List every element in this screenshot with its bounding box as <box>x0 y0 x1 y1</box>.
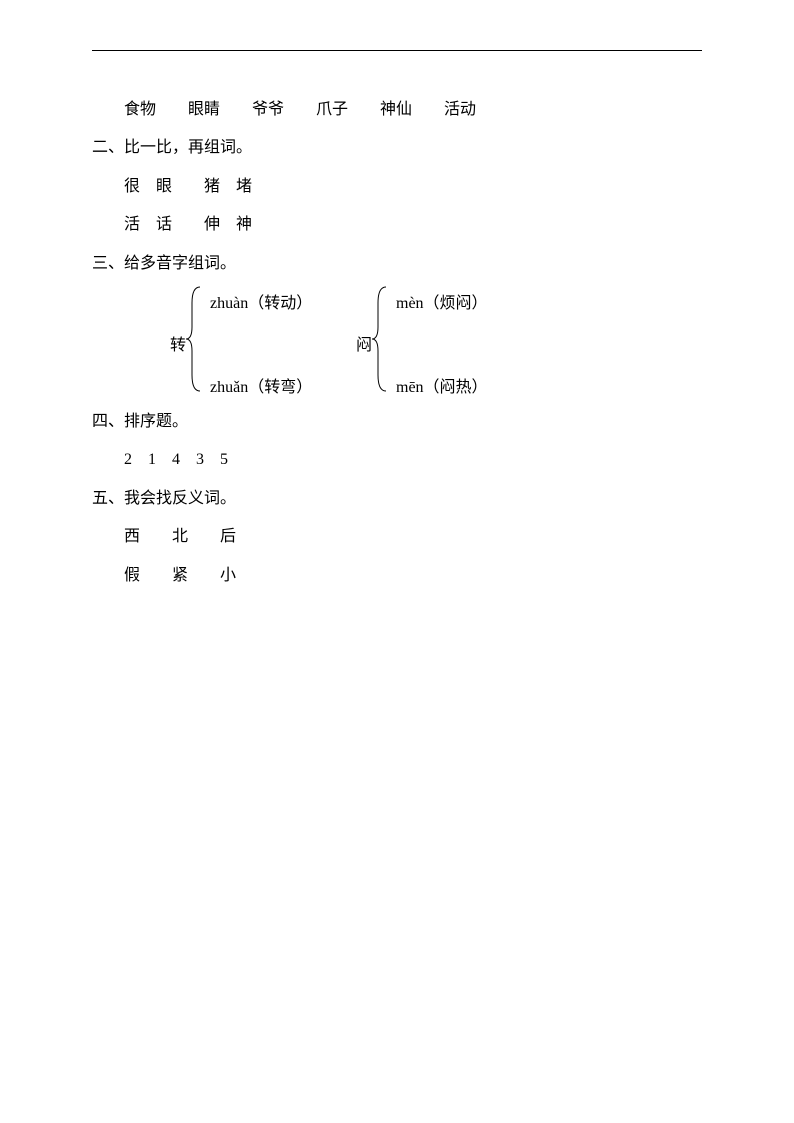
section-5-row-2: 假 紧 小 <box>92 557 702 595</box>
top-rule <box>92 50 702 51</box>
document-page: 食物 眼睛 爷爷 爪子 神仙 活动 二、比一比，再组词。 很 眼 猪 堵 活 话… <box>0 0 794 595</box>
section-4-heading: 四、排序题。 <box>92 403 702 441</box>
reading-men-top: mèn（烦闷） <box>396 289 488 313</box>
section-2-heading: 二、比一比，再组词。 <box>92 129 702 167</box>
section-2-row-1: 很 眼 猪 堵 <box>92 168 702 206</box>
section-5-heading: 五、我会找反义词。 <box>92 480 702 518</box>
reading-zhuan-top: zhuàn（转动） <box>210 289 312 313</box>
section-4-answer: 2 1 4 3 5 <box>92 441 702 479</box>
brace-icon <box>372 283 390 395</box>
polyphonic-block: 转 zhuàn（转动） zhuǎn（转弯） 闷 mèn（烦闷） mēn（闷热） <box>124 283 702 403</box>
brace-icon <box>186 283 204 395</box>
section-2-row-2: 活 话 伸 神 <box>92 206 702 244</box>
polyphonic-char-men: 闷 <box>356 331 372 355</box>
section-3-heading: 三、给多音字组词。 <box>92 245 702 283</box>
reading-men-bot: mēn（闷热） <box>396 373 488 397</box>
polyphonic-char-zhuan: 转 <box>170 331 186 355</box>
section-5-row-1: 西 北 后 <box>92 518 702 556</box>
reading-zhuan-bot: zhuǎn（转弯） <box>210 373 312 397</box>
word-list-line: 食物 眼睛 爷爷 爪子 神仙 活动 <box>92 91 702 129</box>
